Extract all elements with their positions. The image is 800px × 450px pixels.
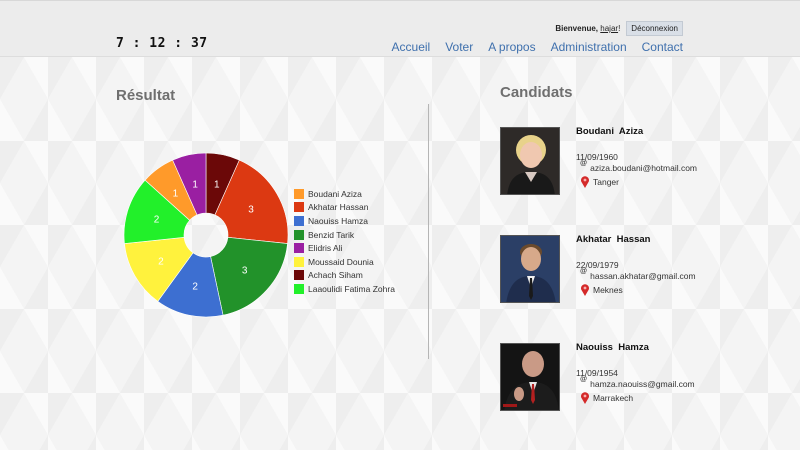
pie-slice-label-naouiss-hamza: 2 bbox=[192, 281, 198, 292]
legend-label: Elidris Ali bbox=[308, 243, 343, 254]
legend-item-benzid-tarik[interactable]: Benzid Tarik bbox=[294, 228, 395, 242]
man-portrait-icon bbox=[501, 344, 559, 410]
legend-swatch bbox=[294, 256, 304, 267]
candidate-card: Naouiss Hamza 11/09/1954 @ hamza.naouiss… bbox=[500, 342, 740, 413]
candidates-title: Candidats bbox=[500, 84, 573, 101]
legend-item-naouiss-hamza[interactable]: Naouiss Hamza bbox=[294, 214, 395, 228]
legend-swatch bbox=[294, 283, 304, 294]
candidate-city-row: Tanger bbox=[580, 176, 619, 188]
candidate-email-row: @ hassan.akhatar@gmail.com bbox=[580, 268, 696, 281]
candidate-photo bbox=[500, 235, 560, 303]
results-title: Résultat bbox=[116, 87, 176, 104]
pie-slice-label-akhatar-hassan: 3 bbox=[248, 205, 254, 216]
pie-slice-label-achach-siham: 1 bbox=[214, 180, 220, 191]
legend-label: Benzid Tarik bbox=[308, 229, 355, 240]
pie-slice-benzid-tarik[interactable] bbox=[210, 236, 288, 316]
candidate-email-row: @ hamza.naouiss@gmail.com bbox=[580, 376, 695, 389]
pie-slice-label-boudani-aziza: 1 bbox=[173, 188, 179, 199]
legend-label: Naouiss Hamza bbox=[308, 215, 368, 226]
legend-swatch bbox=[294, 270, 304, 281]
candidate-photo bbox=[500, 343, 560, 411]
legend-item-akhatar-hassan[interactable]: Akhatar Hassan bbox=[294, 201, 395, 215]
welcome-label: Bienvenue, bbox=[555, 24, 599, 33]
candidate-city-row: Marrakech bbox=[580, 392, 633, 404]
candidate-city-row: Meknes bbox=[580, 284, 623, 296]
man-portrait-icon bbox=[501, 236, 559, 302]
candidate-name: Boudani Aziza bbox=[576, 126, 644, 137]
nav-a-propos[interactable]: A propos bbox=[488, 40, 535, 54]
clock: 7 : 12 : 37 bbox=[116, 36, 208, 51]
site-header: 7 : 12 : 37 Bienvenue, hajar! Déconnexio… bbox=[0, 0, 800, 57]
results-donut-chart: 1 3 3 2 2 2 1 1 bbox=[123, 152, 289, 318]
legend-swatch bbox=[294, 188, 304, 199]
legend-item-boudani-aziza[interactable]: Boudani Aziza bbox=[294, 187, 395, 201]
map-pin-icon bbox=[581, 176, 589, 188]
legend-label: Boudani Aziza bbox=[308, 188, 362, 199]
username-suffix: ! bbox=[618, 24, 621, 33]
welcome-text: Bienvenue, hajar! bbox=[555, 24, 620, 33]
legend-label: Moussaid Dounia bbox=[308, 256, 374, 267]
pie-slice-label-elidris-ali: 1 bbox=[192, 180, 198, 191]
legend-label: Akhatar Hassan bbox=[308, 202, 369, 213]
candidate-photo bbox=[500, 127, 560, 195]
map-pin-icon bbox=[581, 284, 589, 296]
legend-label: Achach Siham bbox=[308, 270, 363, 281]
chart-legend: Boudani Aziza Akhatar Hassan Naouiss Hamza… bbox=[294, 187, 395, 296]
nav-voter[interactable]: Voter bbox=[445, 40, 473, 54]
legend-item-achach-siham[interactable]: Achach Siham bbox=[294, 269, 395, 283]
at-icon: @ bbox=[580, 268, 588, 275]
section-divider bbox=[428, 104, 429, 359]
woman-portrait-icon bbox=[501, 128, 559, 194]
nav-administration[interactable]: Administration bbox=[551, 40, 627, 54]
legend-swatch bbox=[294, 229, 304, 240]
legend-swatch bbox=[294, 243, 304, 254]
candidate-city: Marrakech bbox=[593, 393, 634, 403]
welcome-bar: Bienvenue, hajar! Déconnexion bbox=[555, 21, 683, 36]
username-link[interactable]: hajar bbox=[600, 24, 618, 33]
logout-button[interactable]: Déconnexion bbox=[626, 21, 683, 36]
legend-swatch bbox=[294, 202, 304, 213]
candidate-name: Naouiss Hamza bbox=[576, 342, 649, 353]
candidate-email-row: @ aziza.boudani@hotmail.com bbox=[580, 160, 698, 173]
main-content: Résultat Candidats 1 3 3 2 2 2 1 1 Boudani Aziz… bbox=[0, 57, 800, 450]
pie-slice-label-moussaid-dounia: 2 bbox=[158, 257, 164, 268]
legend-item-moussaid-dounia[interactable]: Moussaid Dounia bbox=[294, 255, 395, 269]
candidate-card: Boudani Aziza 11/09/1960 @ aziza.boudani… bbox=[500, 126, 740, 197]
pie-slice-label-benzid-tarik: 3 bbox=[242, 265, 248, 276]
map-pin-icon bbox=[581, 392, 589, 404]
candidate-email: aziza.boudani@hotmail.com bbox=[590, 163, 698, 173]
at-icon: @ bbox=[580, 376, 588, 383]
candidate-city: Meknes bbox=[593, 285, 623, 295]
legend-item-laaoulidi-fatima-zohra[interactable]: Laaoulidi Fatima Zohra bbox=[294, 282, 395, 296]
at-icon: @ bbox=[580, 160, 588, 167]
legend-item-elidris-ali[interactable]: Elidris Ali bbox=[294, 241, 395, 255]
legend-swatch bbox=[294, 215, 304, 226]
nav-accueil[interactable]: Accueil bbox=[392, 40, 431, 54]
candidate-email: hamza.naouiss@gmail.com bbox=[590, 379, 695, 389]
candidate-city: Tanger bbox=[593, 177, 619, 187]
legend-label: Laaoulidi Fatima Zohra bbox=[308, 283, 395, 294]
candidate-card: Akhatar Hassan 22/09/1979 @ hassan.akhat… bbox=[500, 234, 740, 305]
candidate-email: hassan.akhatar@gmail.com bbox=[590, 271, 696, 281]
candidate-name: Akhatar Hassan bbox=[576, 234, 651, 245]
main-nav: Accueil Voter A propos Administration Co… bbox=[392, 40, 683, 54]
nav-contact[interactable]: Contact bbox=[642, 40, 683, 54]
pie-slice-label-laaoulidi-fatima-zohra: 2 bbox=[154, 214, 160, 225]
